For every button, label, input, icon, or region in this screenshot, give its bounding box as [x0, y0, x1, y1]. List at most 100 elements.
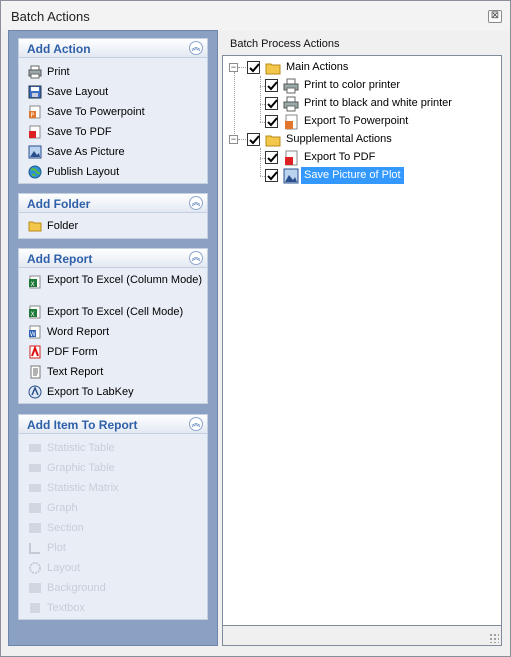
window-title: Batch Actions	[11, 9, 90, 24]
checkbox-supplemental-actions[interactable]	[247, 133, 260, 146]
item-label: Export To LabKey	[47, 386, 134, 398]
collapse-icon[interactable]: ︽	[189, 41, 203, 55]
action-pdf-form[interactable]: PDF Form	[19, 342, 207, 362]
group-add-folder-header[interactable]: Add Folder ︽	[19, 194, 207, 213]
status-bar	[222, 626, 502, 646]
globe-icon	[28, 165, 42, 179]
checkmark-icon	[267, 117, 278, 127]
powerpoint-icon: P	[29, 105, 41, 119]
picture-icon	[283, 168, 299, 184]
group-add-action-header[interactable]: Add Action ︽	[19, 39, 207, 58]
item-label: Export To Excel (Cell Mode)	[47, 306, 184, 318]
folder-icon	[28, 221, 42, 232]
action-folder[interactable]: Folder	[19, 216, 207, 236]
section-icon	[29, 523, 41, 533]
item-label: Save To Powerpoint	[47, 106, 145, 118]
item-label: Folder	[47, 220, 79, 232]
tree-node-supplemental-actions[interactable]: − Supplemental Actions	[229, 131, 489, 149]
item-label: Layout	[47, 562, 81, 574]
collapse-icon[interactable]: ︽	[189, 196, 203, 210]
pdf-icon	[285, 150, 298, 166]
checkbox-export-powerpoint[interactable]	[265, 115, 278, 128]
item-graph: Graph	[19, 498, 207, 518]
tree-node-print-bw[interactable]: Print to black and white printer	[253, 95, 493, 113]
group-add-item-to-report-header[interactable]: Add Item To Report ︽	[19, 415, 207, 434]
graph-icon	[29, 503, 41, 513]
close-button[interactable]: ⊠	[488, 10, 502, 23]
tree-node-save-picture-of-plot[interactable]: Save Picture of Plot	[253, 167, 493, 185]
action-save-as-picture[interactable]: Save As Picture	[19, 142, 207, 162]
tree-label: Supplemental Actions	[286, 133, 392, 145]
collapse-icon[interactable]: ︽	[189, 251, 203, 265]
item-label: Print	[47, 66, 70, 78]
batch-process-header: Batch Process Actions	[230, 38, 340, 50]
action-export-excel-column[interactable]: X Export To Excel (Column Mode)	[19, 272, 207, 302]
svg-text:X: X	[31, 281, 35, 288]
batch-actions-tree[interactable]: − Main Actions Print to color printer Pr…	[222, 55, 502, 626]
tree-label: Export To Powerpoint	[304, 115, 409, 127]
labkey-icon	[28, 385, 42, 399]
collapse-toggle-icon[interactable]: −	[229, 135, 238, 144]
picture-icon	[28, 145, 42, 159]
checkbox-print-color[interactable]	[265, 79, 278, 92]
printer-icon	[283, 96, 299, 112]
checkbox-print-bw[interactable]	[265, 97, 278, 110]
item-label: Graphic Table	[47, 462, 115, 474]
tree-node-print-color[interactable]: Print to color printer	[253, 77, 493, 95]
item-label: Word Report	[47, 326, 110, 338]
folder-icon	[265, 63, 281, 75]
checkmark-icon	[249, 63, 260, 73]
tree-label-selected: Save Picture of Plot	[301, 167, 404, 184]
item-label: Textbox	[47, 602, 85, 614]
action-text-report[interactable]: Text Report	[19, 362, 207, 382]
action-export-excel-cell[interactable]: X Export To Excel (Cell Mode)	[19, 302, 207, 322]
item-label: Section	[47, 522, 84, 534]
tree-node-export-powerpoint[interactable]: Export To Powerpoint	[253, 113, 493, 131]
text-report-icon	[30, 365, 41, 379]
resize-grip-icon[interactable]	[489, 633, 499, 643]
title-bar: Batch Actions ⊠	[1, 1, 510, 31]
action-save-layout[interactable]: Save Layout	[19, 82, 207, 102]
action-export-labkey[interactable]: Export To LabKey	[19, 382, 207, 402]
svg-text:P: P	[31, 112, 35, 119]
item-label: Graph	[47, 502, 78, 514]
checkmark-icon	[267, 99, 278, 109]
item-section: Section	[19, 518, 207, 538]
checkbox-main-actions[interactable]	[247, 61, 260, 74]
table-icon	[29, 464, 41, 472]
matrix-icon	[29, 484, 41, 492]
action-save-to-pdf[interactable]: Save To PDF	[19, 122, 207, 142]
word-icon: W	[29, 325, 41, 339]
textbox-icon	[30, 603, 40, 613]
svg-text:X: X	[31, 311, 35, 318]
excel-icon: X	[29, 305, 41, 319]
group-add-report-header[interactable]: Add Report ︽	[19, 249, 207, 268]
action-word-report[interactable]: W Word Report	[19, 322, 207, 342]
collapse-icon[interactable]: ︽	[189, 417, 203, 431]
tree-node-export-pdf[interactable]: Print to color printer Export To PDF	[253, 149, 493, 167]
action-print[interactable]: Print	[19, 62, 207, 82]
checkbox-export-pdf[interactable]	[265, 151, 278, 164]
group-title: Add Action	[27, 42, 91, 56]
tree-label: Print to color printer	[304, 79, 400, 91]
background-icon	[29, 583, 41, 593]
checkmark-icon	[249, 135, 260, 145]
collapse-toggle-icon[interactable]: −	[229, 63, 238, 72]
group-add-action: Add Action ︽ Print Save Layout P Save To…	[18, 38, 208, 184]
floppy-icon	[28, 85, 42, 99]
plot-icon	[29, 543, 40, 554]
pdf-icon	[29, 125, 41, 139]
item-graphic-table: Graphic Table	[19, 458, 207, 478]
item-label: Plot	[47, 542, 66, 554]
checkbox-save-picture-of-plot[interactable]	[265, 169, 278, 182]
tree-node-main-actions[interactable]: − Main Actions	[229, 59, 489, 77]
action-save-to-powerpoint[interactable]: P Save To Powerpoint	[19, 102, 207, 122]
item-textbox: Textbox	[19, 598, 207, 618]
item-statistic-matrix: Statistic Matrix	[19, 478, 207, 498]
action-publish-layout[interactable]: Publish Layout	[19, 162, 207, 182]
item-layout: Layout	[19, 558, 207, 578]
pdf-form-icon	[29, 345, 41, 359]
tree-label: Print to black and white printer	[304, 97, 452, 109]
tree-label: Main Actions	[286, 61, 349, 73]
svg-text:W: W	[30, 331, 36, 338]
